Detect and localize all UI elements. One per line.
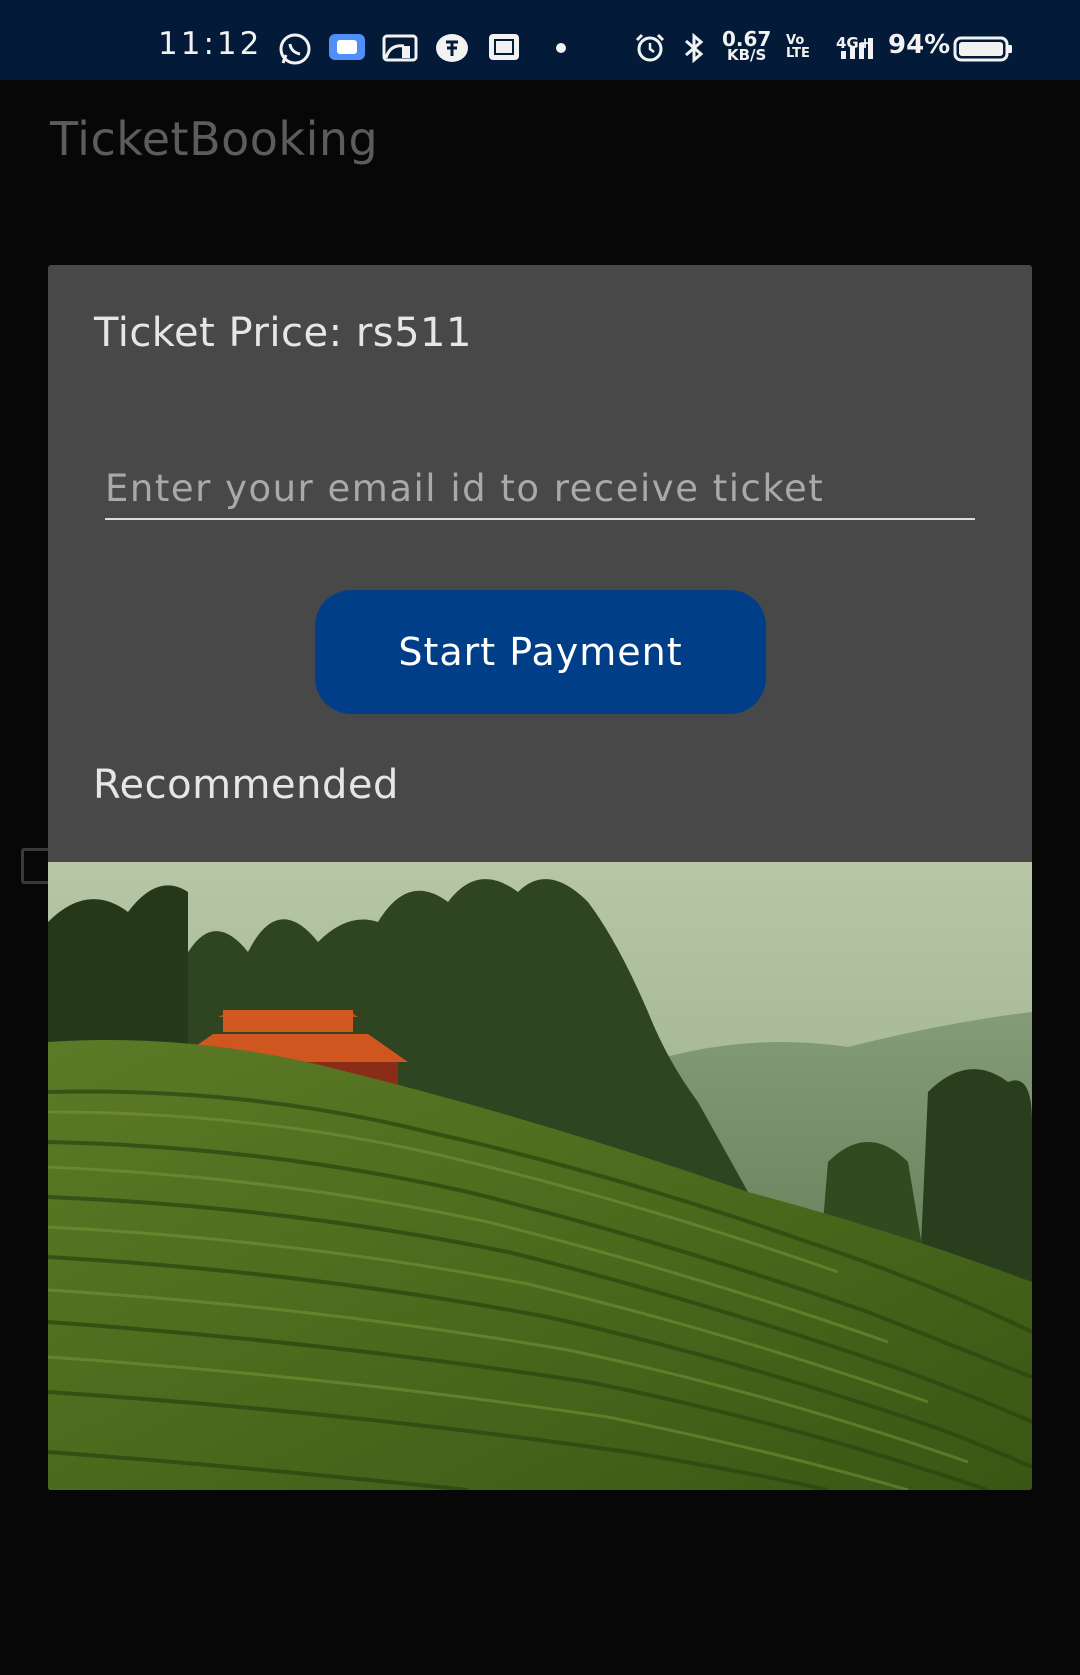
bluetooth-icon <box>685 32 704 64</box>
volte-bottom: LTE <box>786 46 810 61</box>
network-speed-unit: KB/S <box>727 46 767 64</box>
app-title: TicketBooking <box>50 112 379 166</box>
recommended-destination-image[interactable] <box>48 862 1032 1490</box>
alarm-icon <box>635 33 665 62</box>
battery-percentage: 94% <box>888 30 951 60</box>
gallery-icon <box>489 34 519 60</box>
payment-dialog: Ticket Price: rs511 Start Payment Recomm… <box>48 265 1032 1490</box>
recommended-heading: Recommended <box>93 762 399 808</box>
cast-icon <box>382 34 418 62</box>
status-bar: 11:12 0.67 KB/S Vo LTE 4G+ 94% <box>0 0 1080 80</box>
phonepe-icon <box>436 34 468 62</box>
whatsapp-icon <box>279 33 311 65</box>
network-speed: 0.67 KB/S <box>722 29 771 64</box>
volte-indicator: Vo LTE <box>786 34 810 60</box>
battery-icon <box>953 36 1012 62</box>
start-payment-button[interactable]: Start Payment <box>315 590 766 714</box>
email-input[interactable] <box>105 458 975 520</box>
ticket-price: Ticket Price: rs511 <box>94 310 472 356</box>
status-time: 11:12 <box>158 26 263 62</box>
multiwindow-icon <box>329 34 365 60</box>
signal-icon <box>841 38 873 59</box>
more-notifications-dot-icon <box>556 43 566 53</box>
